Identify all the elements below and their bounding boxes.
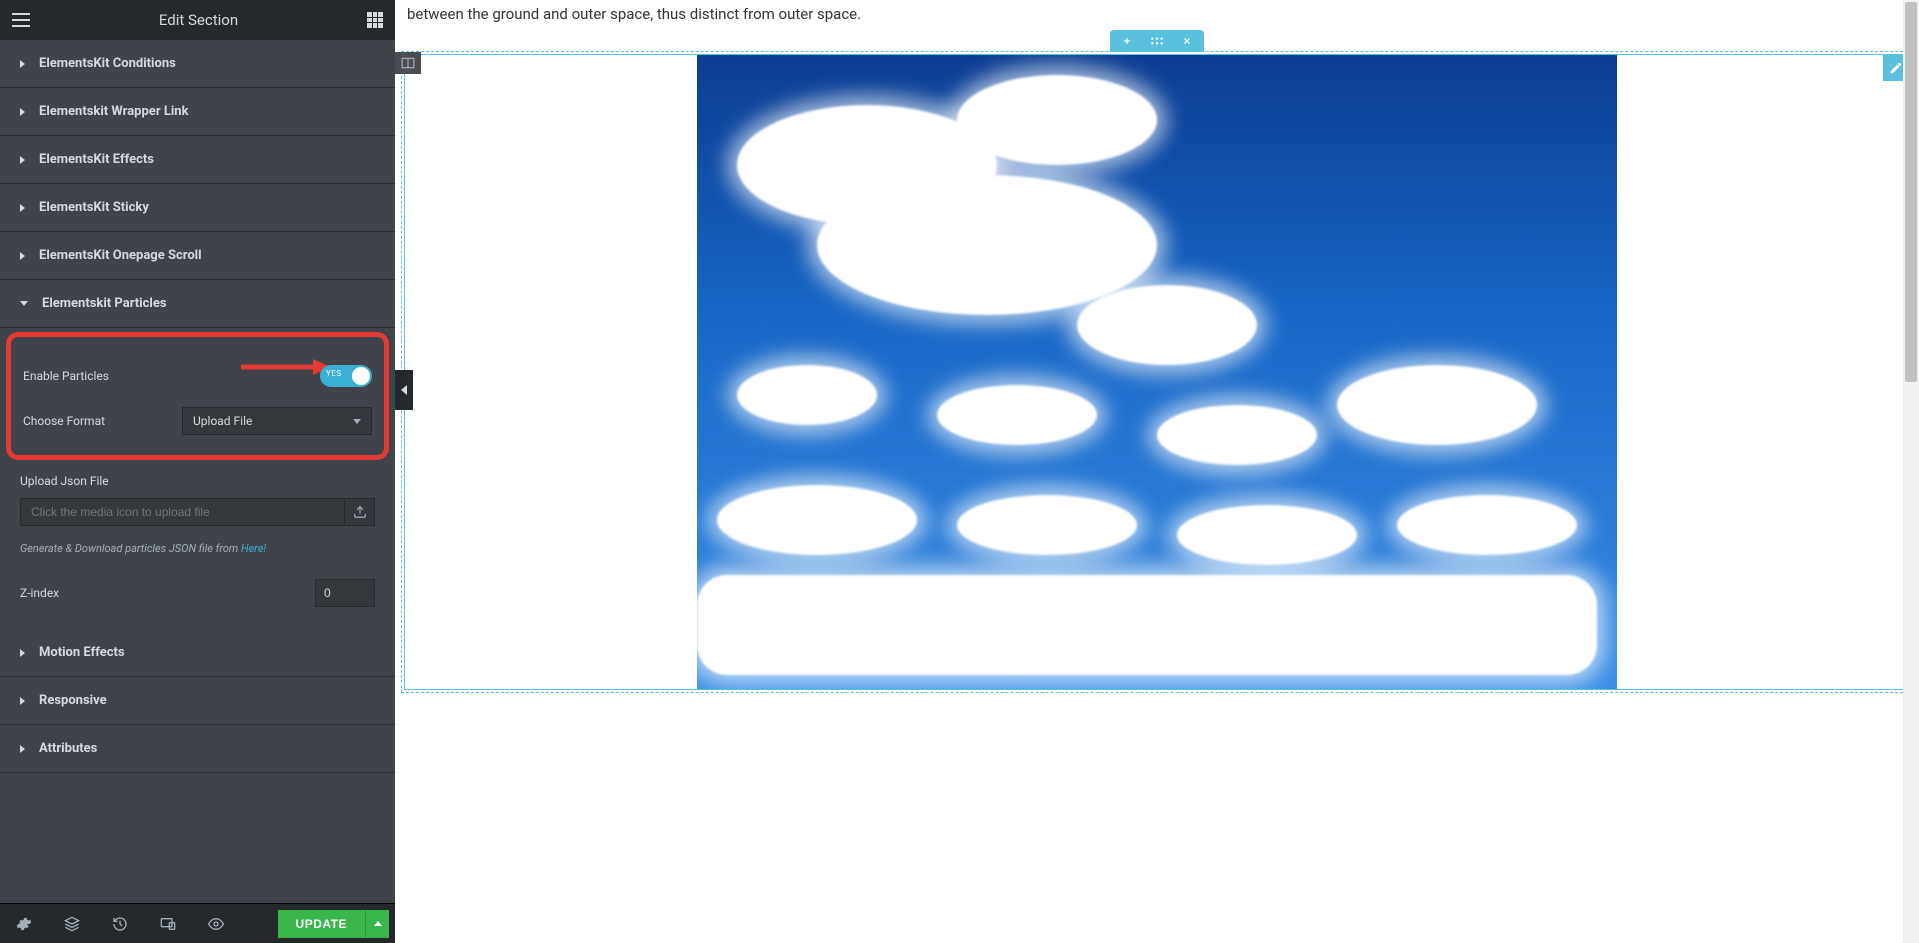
chevron-down-icon: [20, 301, 28, 306]
canvas-scrollbar[interactable]: [1903, 0, 1919, 943]
chevron-right-icon: [20, 745, 25, 753]
accordion-label: Elementskit Wrapper Link: [39, 104, 189, 119]
highlight-annotation-box: Enable Particles YES Choose Format Uploa…: [6, 332, 389, 460]
responsive-mode-button[interactable]: [144, 904, 192, 943]
chevron-right-icon: [20, 697, 25, 705]
add-section-button[interactable]: [1122, 36, 1132, 46]
toggle-state-text: YES: [326, 369, 342, 378]
layers-icon: [64, 916, 80, 932]
sky-image-content: [697, 55, 1617, 689]
chevron-right-icon: [20, 60, 25, 68]
close-icon: [1182, 36, 1192, 46]
sidebar-collapse-handle[interactable]: [395, 370, 413, 410]
accordion-attributes[interactable]: Attributes: [0, 725, 395, 773]
upload-json-input[interactable]: [20, 498, 345, 526]
enable-particles-toggle[interactable]: YES: [320, 365, 372, 387]
gear-icon: [16, 916, 32, 932]
page-body-text: between the ground and outer space, thus…: [395, 0, 1919, 29]
preview-button[interactable]: [192, 904, 240, 943]
upload-json-label: Upload Json File: [20, 474, 375, 488]
drag-handle-icon: [1150, 36, 1164, 46]
chevron-right-icon: [20, 204, 25, 212]
history-button[interactable]: [96, 904, 144, 943]
sky-image-widget[interactable]: [697, 55, 1617, 689]
accordion-label: Elementskit Particles: [42, 296, 167, 311]
section-container[interactable]: [401, 51, 1913, 693]
select-value: Upload File: [193, 414, 252, 428]
column-edit-handle[interactable]: [395, 52, 421, 74]
eye-icon: [208, 916, 224, 932]
enable-particles-label: Enable Particles: [23, 369, 109, 383]
navigator-button[interactable]: [48, 904, 96, 943]
sidebar-title: Edit Section: [159, 11, 238, 29]
accordion-elementskit-onepage-scroll[interactable]: ElementsKit Onepage Scroll: [0, 232, 395, 280]
accordion-elementskit-particles[interactable]: Elementskit Particles: [0, 280, 395, 328]
hint-text: Generate & Download particles JSON file …: [20, 542, 241, 555]
accordion-elementskit-sticky[interactable]: ElementsKit Sticky: [0, 184, 395, 232]
z-index-input[interactable]: [315, 579, 375, 607]
accordion-label: ElementsKit Onepage Scroll: [39, 248, 202, 263]
upload-icon: [353, 505, 367, 519]
chevron-right-icon: [20, 108, 25, 116]
history-icon: [112, 916, 128, 932]
column-icon: [401, 57, 415, 69]
chevron-up-icon: [374, 921, 382, 926]
accordion-elementskit-wrapper-link[interactable]: Elementskit Wrapper Link: [0, 88, 395, 136]
accordion-label: ElementsKit Sticky: [39, 200, 149, 215]
chevron-right-icon: [20, 252, 25, 260]
chevron-right-icon: [20, 156, 25, 164]
widgets-grid-icon[interactable]: [367, 12, 383, 28]
settings-button[interactable]: [0, 904, 48, 943]
accordion-responsive[interactable]: Responsive: [0, 677, 395, 725]
section-toolbar: [1110, 30, 1204, 52]
accordion-label: ElementsKit Conditions: [39, 56, 176, 71]
z-index-label: Z-index: [20, 586, 59, 600]
update-options-dropdown[interactable]: [365, 910, 389, 938]
accordion-label: Attributes: [39, 741, 97, 756]
update-button[interactable]: UPDATE: [278, 910, 365, 938]
remove-section-button[interactable]: [1182, 36, 1192, 46]
accordion-elementskit-conditions[interactable]: ElementsKit Conditions: [0, 40, 395, 88]
chevron-left-icon: [401, 385, 407, 395]
devices-icon: [160, 916, 176, 932]
accordion-label: ElementsKit Effects: [39, 152, 154, 167]
accordion-label: Motion Effects: [39, 645, 125, 660]
hamburger-menu-icon[interactable]: [12, 13, 30, 27]
particles-json-link[interactable]: Here!: [241, 542, 266, 555]
accordion-elementskit-effects[interactable]: ElementsKit Effects: [0, 136, 395, 184]
accordion-label: Responsive: [39, 693, 107, 708]
edit-section-handle[interactable]: [1150, 36, 1164, 46]
choose-format-select[interactable]: Upload File: [182, 407, 372, 435]
plus-icon: [1122, 36, 1132, 46]
chevron-right-icon: [20, 649, 25, 657]
accordion-motion-effects[interactable]: Motion Effects: [0, 629, 395, 677]
upload-media-button[interactable]: [345, 498, 375, 526]
choose-format-label: Choose Format: [23, 414, 105, 428]
scrollbar-thumb[interactable]: [1905, 2, 1917, 382]
pencil-icon: [1889, 61, 1903, 75]
chevron-down-icon: [353, 419, 361, 424]
